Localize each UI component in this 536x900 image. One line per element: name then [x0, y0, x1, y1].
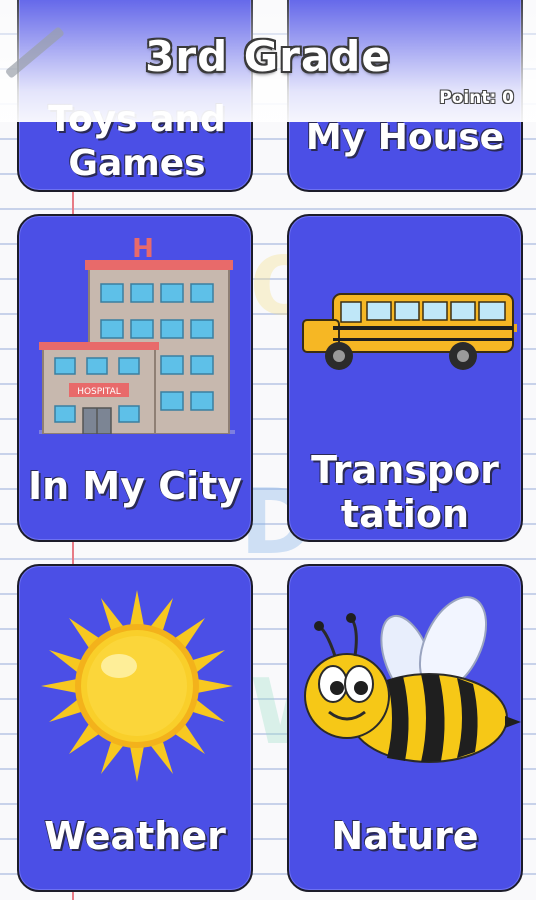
- hospital-icon: H HOSPITAL: [19, 234, 251, 438]
- card-label: Weather: [44, 814, 226, 858]
- sun-icon: [19, 584, 251, 788]
- card-label: My House: [305, 117, 505, 158]
- card-label: Transpor tation: [311, 448, 499, 536]
- category-card-in-my-city[interactable]: H HOSPITAL In My City: [17, 214, 253, 542]
- category-card-weather[interactable]: Weather: [17, 564, 253, 892]
- school-bus-icon: [289, 284, 521, 388]
- card-label: Nature: [331, 814, 479, 858]
- bee-icon: [289, 596, 521, 780]
- card-label: In My City: [27, 464, 243, 508]
- points-counter: Point: 0: [439, 88, 514, 108]
- svg-text:H: H: [132, 234, 154, 264]
- header-bar: 3rd Grade Point: 0: [0, 0, 536, 122]
- hospital-sign-text: HOSPITAL: [77, 387, 121, 397]
- category-card-nature[interactable]: Nature: [287, 564, 523, 892]
- category-card-transportation[interactable]: Transpor tation: [287, 214, 523, 542]
- page-title: 3rd Grade: [145, 32, 391, 81]
